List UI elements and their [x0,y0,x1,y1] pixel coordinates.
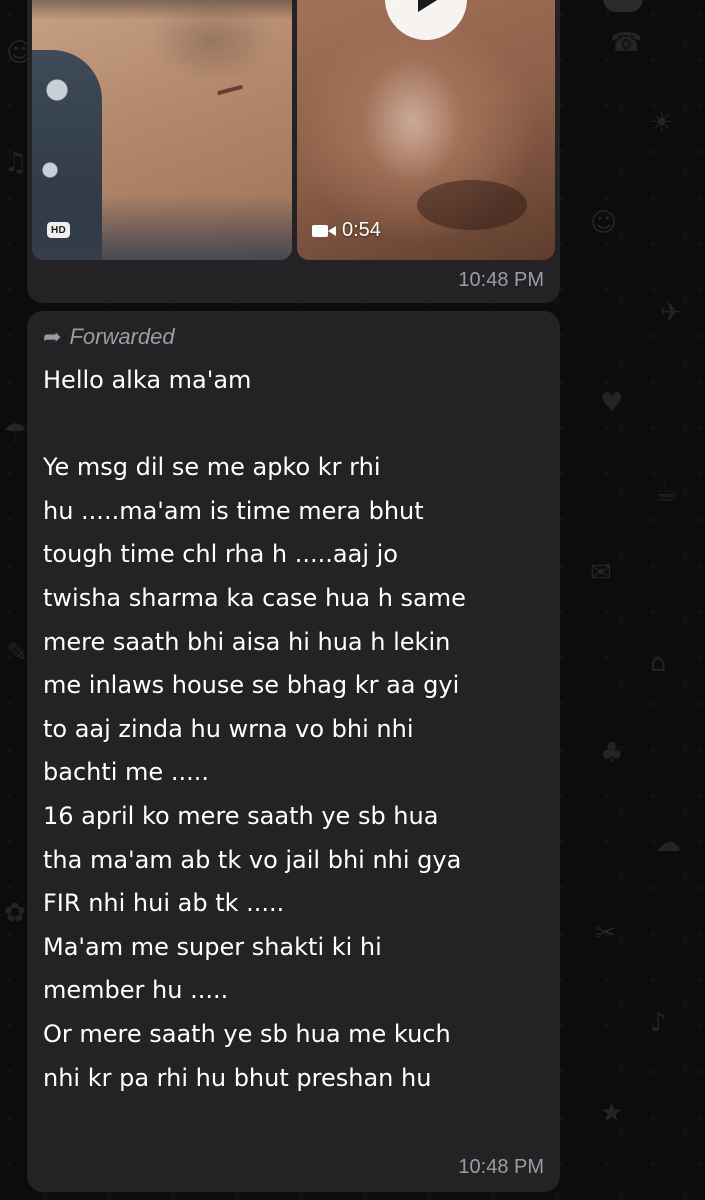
doodle-icon: ✂ [595,918,617,948]
doodle-icon: ☎ [610,28,643,58]
video-duration-label: 0:54 [342,219,381,241]
forwarded-label: ➦ Forwarded [43,324,175,350]
doodle-icon: ✿ [4,898,26,928]
message-timestamp: 10:48 PM [458,1156,544,1178]
doodle-icon: ☕ [655,478,679,508]
hd-badge: HD [47,222,71,238]
text-message-bubble[interactable]: ➦ Forwarded Hello alka ma'am Ye msg dil … [27,311,560,1192]
doodle-icon: ☺ [590,208,618,238]
play-icon[interactable] [385,0,467,40]
doodle-icon: ♫ [4,148,28,178]
doodle-icon: ☁ [655,828,681,858]
message-body: Hello alka ma'am Ye msg dil se me apko k… [43,366,466,1092]
doodle-icon: ⌂ [650,648,667,678]
video-camera-icon [312,224,336,237]
doodle-icon: ♪ [650,1008,667,1038]
doodle-icon: ✎ [6,638,28,668]
media-message-bubble[interactable]: HD 0:54 10:48 PM [27,0,560,303]
forwarded-text: Forwarded [69,324,175,349]
doodle-icon: ☂ [4,418,28,448]
doodle-icon: ☀ [650,108,674,138]
message-timestamp: 10:48 PM [458,269,544,291]
photo-thumbnail[interactable]: HD [32,0,292,260]
doodle-icon: ✉ [590,558,612,588]
video-duration: 0:54 [312,219,381,242]
doodle-icon: ✈ [660,298,682,328]
doodle-icon: ♥ [600,388,624,418]
doodle-icon: ★ [600,1098,624,1128]
forward-arrow-icon: ➦ [43,324,62,350]
doodle-icon: ♣ [600,738,624,768]
video-thumbnail[interactable]: 0:54 [297,0,555,260]
